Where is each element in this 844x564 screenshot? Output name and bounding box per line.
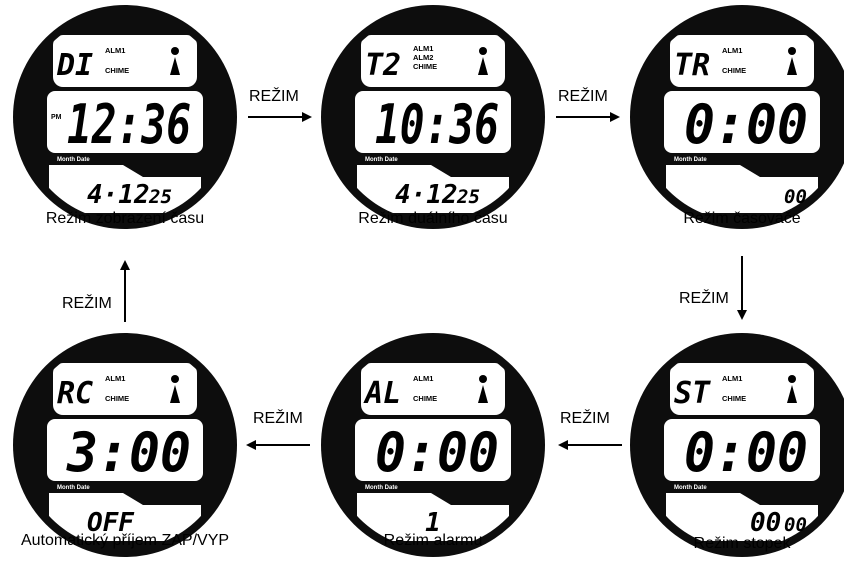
main-display: 0:00: [684, 421, 808, 484]
bottom-small-display: 25: [148, 186, 172, 208]
mode-caption: Režim duálního času: [358, 210, 508, 227]
mode-code: RC: [57, 376, 93, 411]
indicator-alm1: ALM1: [722, 374, 742, 383]
bottom-small-display: 00: [784, 186, 807, 208]
indicator-alm1: ALM1: [105, 374, 125, 383]
arrow-label-alarm-to-radio: REŽIM: [253, 410, 303, 427]
watch-face: Month Date T2 ALM1ALM2CHIME 10:36 4·12 25: [321, 5, 545, 229]
month-date-label: Month Date: [365, 157, 398, 163]
arrow-label-timer-to-stopwatch: REŽIM: [679, 290, 729, 307]
watch-face: Month Date ST ALM1 CHIME 0:00 00 00: [630, 333, 844, 557]
arrow-label-stopwatch-to-alarm: REŽIM: [560, 410, 610, 427]
indicator-chime: CHIME: [722, 66, 746, 75]
month-date-label: Month Date: [57, 485, 90, 491]
indicator-alm2: ALM2: [413, 53, 433, 62]
bottom-display: 00: [750, 508, 781, 538]
indicator-chime: CHIME: [105, 66, 129, 75]
main-display: 10:36: [375, 93, 499, 156]
indicator-chime: CHIME: [413, 394, 437, 403]
bottom-display: 4·12: [87, 180, 150, 210]
bottom-display: 4·12: [395, 180, 458, 210]
mode-caption: Režim alarmu: [383, 532, 483, 549]
indicator-chime: CHIME: [722, 394, 746, 403]
indicator-alm1: ALM1: [105, 46, 125, 55]
indicator-chime: CHIME: [105, 394, 129, 403]
main-display: 0:00: [684, 93, 808, 156]
bottom-small-display: 25: [456, 186, 480, 208]
mode-caption: Automatický příjem ZAP/VYP: [20, 532, 230, 549]
mode-code: DI: [56, 48, 93, 83]
arrow-label-time-to-dual: REŽIM: [249, 88, 299, 105]
indicator-alm1: ALM1: [722, 46, 742, 55]
indicator-chime: CHIME: [413, 62, 437, 71]
watch-face: Month DateRC ALM1CHIME3:00OFF: [13, 333, 237, 557]
bottom-small-display: 00: [784, 514, 807, 536]
mode-caption: Režim zobrazení času: [45, 210, 205, 227]
main-display: 12:36: [67, 93, 191, 156]
mode-caption: Režim stopek: [693, 535, 791, 552]
watch-face: Month Date DI ALM1 CHIME PM 12:36 4·12 25: [13, 5, 237, 229]
mode-code: ST: [674, 376, 711, 411]
month-date-label: Month Date: [674, 157, 707, 163]
indicator-alm1: ALM1: [413, 44, 433, 53]
watch-face: Month DateAL ALM1CHIME0:001: [321, 333, 545, 557]
arrow-label-dual-to-timer: REŽIM: [558, 88, 608, 105]
mode-code: T2: [365, 48, 401, 83]
main-display: 0:00: [375, 421, 499, 484]
mode-caption: Režim časovače: [683, 210, 801, 227]
pm-indicator: PM: [51, 114, 62, 121]
month-date-label: Month Date: [674, 485, 707, 491]
indicator-alm1: ALM1: [413, 374, 433, 383]
arrow-label-radio-to-time: REŽIM: [62, 295, 112, 312]
month-date-label: Month Date: [57, 157, 90, 163]
month-date-label: Month Date: [365, 485, 398, 491]
watch-face: Month Date TR ALM1 CHIME 0:00 00: [630, 5, 844, 229]
mode-code: AL: [363, 376, 401, 411]
mode-code: TR: [674, 48, 710, 83]
main-display: 3:00: [66, 421, 191, 484]
